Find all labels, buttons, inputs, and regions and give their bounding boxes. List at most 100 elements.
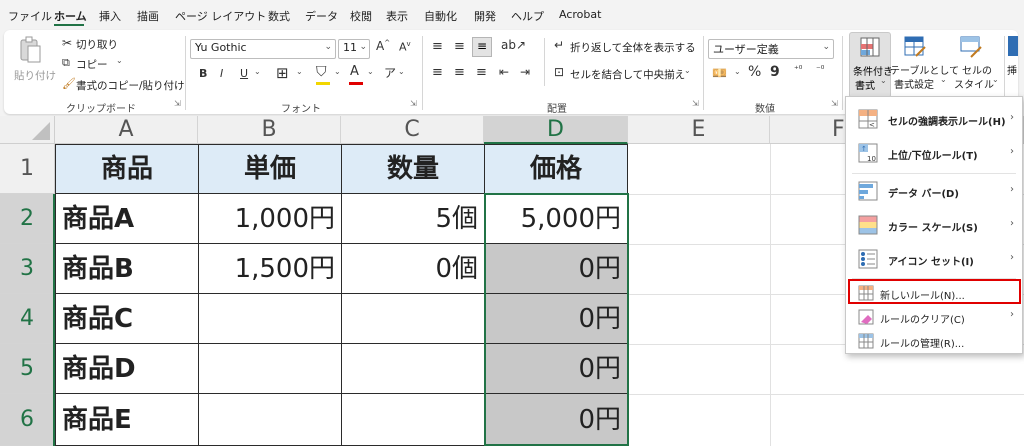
tab-acrobat[interactable]: Acrobat xyxy=(559,8,601,21)
format-painter-button[interactable]: 書式のコピー/貼り付け xyxy=(76,78,185,93)
table-row-cell-name[interactable]: 商品C xyxy=(56,294,199,344)
decrease-font-icon[interactable]: Av xyxy=(399,40,411,54)
chevron-down-icon[interactable]: ⌄ xyxy=(940,75,947,84)
font-color-icon[interactable]: A xyxy=(350,64,359,79)
tab-draw[interactable]: 描画 xyxy=(137,8,159,24)
header-cell-unit-price[interactable]: 単価 xyxy=(199,145,342,194)
fill-color-icon[interactable]: ⛉ xyxy=(316,64,327,80)
tab-formulas[interactable]: 数式 xyxy=(268,8,290,24)
tab-help[interactable]: ヘルプ xyxy=(511,8,544,24)
header-cell-quantity[interactable]: 数量 xyxy=(342,145,485,194)
tab-view[interactable]: 表示 xyxy=(386,8,408,24)
table-row-cell-unit-price[interactable] xyxy=(199,394,342,446)
launcher-icon[interactable]: ⇲ xyxy=(692,100,700,108)
table-row-cell-name[interactable]: 商品D xyxy=(56,344,199,394)
table-row-cell-quantity[interactable]: 0個 xyxy=(342,244,485,294)
chevron-down-icon[interactable]: ⌄ xyxy=(992,75,999,84)
row-header-2[interactable]: 2 xyxy=(0,194,55,244)
cell-styles-label-1[interactable]: セルの xyxy=(962,62,992,77)
row-header-4[interactable]: 4 xyxy=(0,294,55,344)
menu-item-icon-sets[interactable]: アイコン セット(I) › xyxy=(846,245,1022,275)
borders-icon[interactable]: ⊞ xyxy=(276,64,289,82)
chevron-down-icon[interactable]: ⌄ xyxy=(334,67,341,76)
merge-center-button[interactable]: セルを結合して中央揃え xyxy=(570,67,685,82)
tab-insert[interactable]: 挿入 xyxy=(99,8,121,24)
chevron-down-icon[interactable]: ⌄ xyxy=(254,67,261,76)
bold-button[interactable]: B xyxy=(199,67,207,80)
insert-cells-button[interactable]: 挿 xyxy=(1007,62,1017,77)
increase-indent-icon[interactable]: ⇥ xyxy=(520,65,530,79)
launcher-icon[interactable]: ⇲ xyxy=(831,100,839,108)
table-row-cell-quantity[interactable] xyxy=(342,344,485,394)
copy-button[interactable]: コピー xyxy=(76,57,108,72)
launcher-icon[interactable]: ⇲ xyxy=(174,100,182,108)
currency-icon[interactable]: 💴 xyxy=(712,66,727,80)
number-format-box[interactable]: ユーザー定義 ⌄ xyxy=(708,39,834,59)
align-bottom-button[interactable]: ≡ xyxy=(472,37,492,57)
paste-icon[interactable] xyxy=(18,36,42,66)
font-name-box[interactable]: Yu Gothic ⌄ xyxy=(190,39,336,59)
tab-home[interactable]: ホーム xyxy=(54,8,87,24)
column-header-d[interactable]: D xyxy=(484,116,628,144)
decrease-decimal-icon[interactable]: ⁻⁰ xyxy=(816,65,824,75)
table-row-cell-quantity[interactable]: 5個 xyxy=(342,194,485,244)
percent-button[interactable]: % xyxy=(748,64,761,80)
increase-font-icon[interactable]: A^ xyxy=(376,39,390,53)
table-row-cell-name[interactable]: 商品A xyxy=(56,194,199,244)
select-all-corner[interactable] xyxy=(0,116,55,144)
wrap-text-icon[interactable]: ↵ xyxy=(554,38,564,52)
align-top-icon[interactable]: ≡ xyxy=(432,39,443,54)
chevron-down-icon[interactable]: ⌄ xyxy=(367,67,374,76)
header-cell-price[interactable]: 価格 xyxy=(485,145,628,194)
table-row-cell-total[interactable]: 0円 xyxy=(485,294,628,344)
scissors-icon[interactable]: ✂ xyxy=(62,36,72,50)
tab-data[interactable]: データ xyxy=(305,8,338,24)
format-painter-icon[interactable]: 🖌 xyxy=(62,77,76,90)
italic-button[interactable]: I xyxy=(220,67,223,80)
column-header-e[interactable]: E xyxy=(628,116,770,144)
chevron-down-icon[interactable]: ⌄ xyxy=(684,66,691,75)
column-header-c[interactable]: C xyxy=(341,116,484,144)
table-row-cell-total[interactable]: 0円 xyxy=(485,394,628,446)
cut-button[interactable]: 切り取り xyxy=(76,37,118,52)
tab-developer[interactable]: 開発 xyxy=(474,8,496,24)
align-center-icon[interactable]: ≡ xyxy=(454,65,465,80)
menu-item-highlight-cells-rules[interactable]: < セルの強調表示ルール(H) › xyxy=(846,105,1022,135)
table-row-cell-unit-price[interactable] xyxy=(199,294,342,344)
table-row-cell-name[interactable]: 商品E xyxy=(56,394,199,446)
table-row-cell-unit-price[interactable] xyxy=(199,344,342,394)
table-row-cell-total[interactable]: 5,000円 xyxy=(485,194,628,244)
tab-review[interactable]: 校閲 xyxy=(350,8,372,24)
chevron-down-icon[interactable]: ⌄ xyxy=(734,67,741,76)
row-header-6[interactable]: 6 xyxy=(0,394,55,446)
insert-icon[interactable] xyxy=(1008,36,1018,56)
chevron-down-icon[interactable]: ⌄ xyxy=(296,67,303,76)
align-left-icon[interactable]: ≡ xyxy=(432,65,443,80)
header-cell-product[interactable]: 商品 xyxy=(56,145,199,194)
table-row-cell-name[interactable]: 商品B xyxy=(56,244,199,294)
wrap-text-button[interactable]: 折り返して全体を表示する xyxy=(570,40,696,55)
launcher-icon[interactable]: ⇲ xyxy=(410,100,418,108)
menu-item-top-bottom-rules[interactable]: ↑ 10 上位/下位ルール(T) › xyxy=(846,139,1022,169)
table-row-cell-total[interactable]: 0円 xyxy=(485,244,628,294)
tab-automate[interactable]: 自動化 xyxy=(424,8,457,24)
font-size-box[interactable]: 11 ⌄ xyxy=(338,39,370,59)
format-as-table-label-1[interactable]: テーブルとして xyxy=(890,62,959,77)
chevron-down-icon[interactable]: ⌄ xyxy=(398,67,405,76)
format-as-table-label-2[interactable]: 書式設定 xyxy=(894,76,934,91)
conditional-formatting-button[interactable]: 条件付き 書式 ⌄ xyxy=(849,32,893,98)
menu-item-color-scales[interactable]: カラー スケール(S) › xyxy=(846,211,1022,241)
menu-item-manage-rules[interactable]: ルールの管理(R)... xyxy=(846,330,1022,352)
tab-file[interactable]: ファイル xyxy=(8,8,52,24)
increase-decimal-icon[interactable]: ⁺⁰ xyxy=(794,65,802,75)
row-header-5[interactable]: 5 xyxy=(0,344,55,394)
cell-styles-icon[interactable] xyxy=(960,36,982,58)
table-row-cell-quantity[interactable] xyxy=(342,394,485,446)
row-header-1[interactable]: 1 xyxy=(0,144,55,194)
phonetic-icon[interactable]: ア xyxy=(384,64,396,81)
decrease-indent-icon[interactable]: ⇤ xyxy=(499,65,509,79)
format-as-table-icon[interactable] xyxy=(904,36,926,58)
cell-styles-label-2[interactable]: スタイル xyxy=(954,76,994,91)
comma-button[interactable]: 9 xyxy=(770,64,780,80)
copy-icon[interactable]: ⧉ xyxy=(62,56,70,70)
